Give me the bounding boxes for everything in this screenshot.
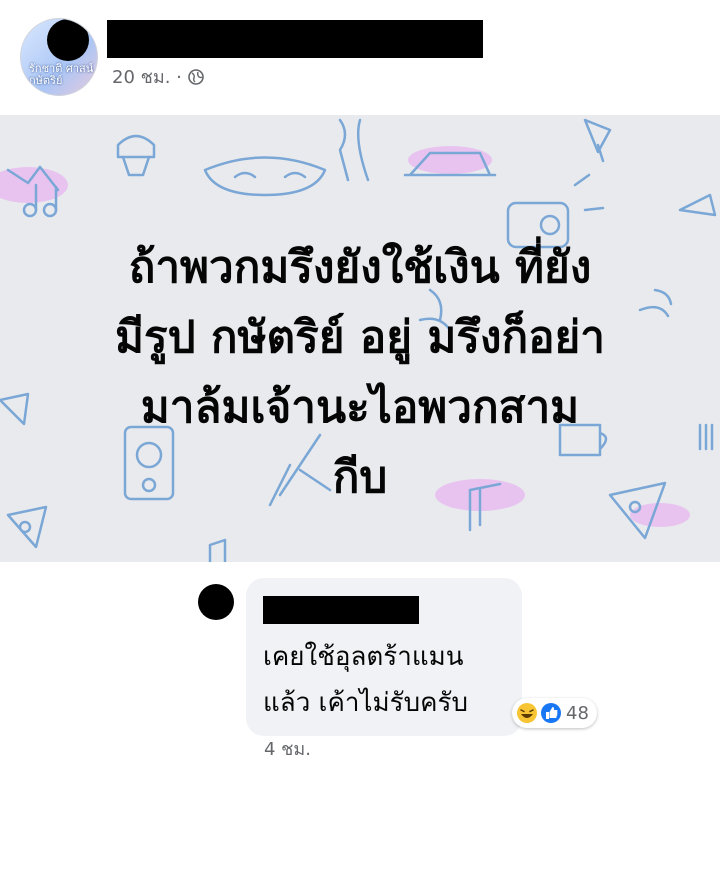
comment-bubble[interactable]: เคยใช้อุลตร้าแมน แล้ว เค้าไม่รับครับ 48 bbox=[246, 578, 597, 736]
comment-text: เคยใช้อุลตร้าแมน แล้ว เค้าไม่รับครับ bbox=[263, 634, 468, 726]
globe-icon bbox=[188, 68, 204, 85]
post-meta: 20 ชม. · bbox=[112, 62, 204, 91]
post-text-line: มาล้มเจ้านะไอพวกสาม bbox=[140, 382, 580, 433]
post-text-line: มีรูป กษัตริย์ อยู่ มรึงก็อย่า bbox=[114, 312, 606, 363]
like-icon bbox=[541, 703, 561, 723]
comment-text-line: เคยใช้อุลตร้าแมน bbox=[263, 642, 464, 672]
reaction-count: 48 bbox=[566, 702, 589, 724]
avatar-caption: รักชาติ ศาสน์ กษัตริย์ bbox=[29, 62, 94, 87]
post-text-line: กีบ bbox=[332, 452, 388, 503]
post-timestamp[interactable]: 20 ชม. · bbox=[112, 62, 182, 91]
poster-name-redaction bbox=[107, 20, 483, 58]
post-header: รักชาติ ศาสน์ กษัตริย์ 20 ชม. · bbox=[0, 0, 720, 115]
comment-timestamp[interactable]: 4 ชม. bbox=[264, 734, 311, 763]
post-text: ถ้าพวกมรึงยังใช้เงิน ที่ยัง มีรูป กษัตริ… bbox=[40, 233, 680, 513]
commenter-avatar[interactable] bbox=[198, 584, 234, 620]
comment: เคยใช้อุลตร้าแมน แล้ว เค้าไม่รับครับ 48 … bbox=[0, 562, 720, 881]
poster-avatar[interactable]: รักชาติ ศาสน์ กษัตริย์ bbox=[20, 18, 98, 96]
comment-text-line: แล้ว เค้าไม่รับครับ bbox=[263, 688, 468, 718]
avatar-redaction bbox=[47, 19, 89, 61]
reaction-summary[interactable]: 48 bbox=[512, 698, 597, 728]
post-content-card: ถ้าพวกมรึงยังใช้เงิน ที่ยัง มีรูป กษัตริ… bbox=[0, 115, 720, 562]
commenter-name-redaction bbox=[263, 596, 419, 624]
haha-icon bbox=[517, 703, 537, 723]
post-text-line: ถ้าพวกมรึงยังใช้เงิน ที่ยัง bbox=[128, 242, 592, 293]
